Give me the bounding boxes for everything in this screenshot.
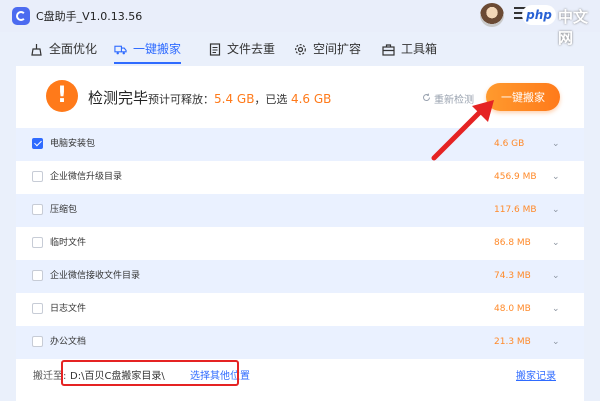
tab-label: 一键搬家 — [133, 42, 182, 56]
list-item[interactable]: 企业微信接收文件目录 74.3 MB ⌄ — [16, 260, 584, 293]
item-size: 74.3 MB — [494, 271, 531, 281]
item-name: 办公文档 — [50, 337, 87, 347]
item-name: 压缩包 — [50, 205, 78, 215]
truck-icon — [114, 43, 127, 56]
tab-label: 文件去重 — [227, 42, 276, 56]
watermark: php 中文网 — [522, 2, 600, 47]
item-name: 临时文件 — [50, 238, 87, 248]
watermark-badge: php — [522, 5, 556, 25]
broom-icon — [30, 43, 43, 56]
item-size: 117.6 MB — [494, 205, 537, 215]
chevron-down-icon[interactable]: ⌄ — [552, 293, 560, 326]
move-history-link[interactable]: 搬家记录 — [516, 365, 556, 389]
tab-label: 空间扩容 — [313, 42, 362, 56]
item-size: 21.3 MB — [494, 337, 531, 347]
document-icon — [208, 42, 221, 56]
status-title: 检测完毕 — [88, 89, 149, 107]
toolbox-icon — [382, 43, 395, 56]
item-checkbox[interactable] — [32, 237, 43, 248]
app-logo-icon — [12, 7, 30, 25]
chevron-down-icon[interactable]: ⌄ — [552, 227, 560, 260]
tab-file-dedupe[interactable]: 文件去重 — [208, 34, 275, 64]
tab-space-expand[interactable]: 空间扩容 — [294, 34, 361, 64]
item-name: 电脑安装包 — [50, 139, 96, 149]
item-name: 企业微信接收文件目录 — [50, 271, 141, 281]
tab-label: 工具箱 — [401, 42, 438, 56]
tab-one-click-move[interactable]: 一键搬家 — [114, 34, 182, 64]
main-tabs: 全面优化 一键搬家 文件去重 空间扩容 工具箱 — [16, 34, 584, 64]
selected-value: 4.6 GB — [290, 92, 332, 106]
list-item[interactable]: 办公文档 21.3 MB ⌄ — [16, 326, 584, 359]
gear-icon — [294, 43, 307, 56]
status-detail: 预计可释放：5.4 GB，已选 4.6 GB — [148, 91, 331, 107]
releasable-label: 预计可释放： — [148, 93, 214, 106]
item-size: 456.9 MB — [494, 172, 537, 182]
tab-toolbox[interactable]: 工具箱 — [382, 34, 437, 64]
window-title: C盘助手_V1.0.13.56 — [36, 10, 143, 23]
chevron-down-icon[interactable]: ⌄ — [552, 326, 560, 359]
title-bar: C盘助手_V1.0.13.56 php 中文网 — [0, 0, 600, 47]
releasable-value: 5.4 GB — [214, 92, 255, 106]
item-checkbox[interactable] — [32, 204, 43, 215]
item-size: 48.0 MB — [494, 304, 531, 314]
item-name: 企业微信升级目录 — [50, 172, 123, 182]
tab-label: 全面优化 — [49, 42, 98, 56]
list-item[interactable]: 临时文件 86.8 MB ⌄ — [16, 227, 584, 260]
item-size: 86.8 MB — [494, 238, 531, 248]
chevron-down-icon[interactable]: ⌄ — [552, 161, 560, 194]
tab-full-optimize[interactable]: 全面优化 — [30, 34, 97, 64]
highlight-box — [61, 360, 239, 386]
user-avatar[interactable] — [480, 3, 504, 27]
selected-label: ，已选 — [254, 93, 288, 106]
item-name: 日志文件 — [50, 304, 87, 314]
chevron-down-icon[interactable]: ⌄ — [552, 194, 560, 227]
list-item[interactable]: 压缩包 117.6 MB ⌄ — [16, 194, 584, 227]
item-checkbox[interactable] — [32, 303, 43, 314]
item-checkbox[interactable] — [32, 138, 43, 149]
item-checkbox[interactable] — [32, 336, 43, 347]
exclamation-icon: ! — [46, 80, 78, 112]
item-checkbox[interactable] — [32, 171, 43, 182]
list-item[interactable]: 日志文件 48.0 MB ⌄ — [16, 293, 584, 326]
item-checkbox[interactable] — [32, 270, 43, 281]
annotation-arrow — [431, 100, 494, 161]
chevron-down-icon[interactable]: ⌄ — [552, 260, 560, 293]
chevron-down-icon[interactable]: ⌄ — [552, 128, 560, 161]
